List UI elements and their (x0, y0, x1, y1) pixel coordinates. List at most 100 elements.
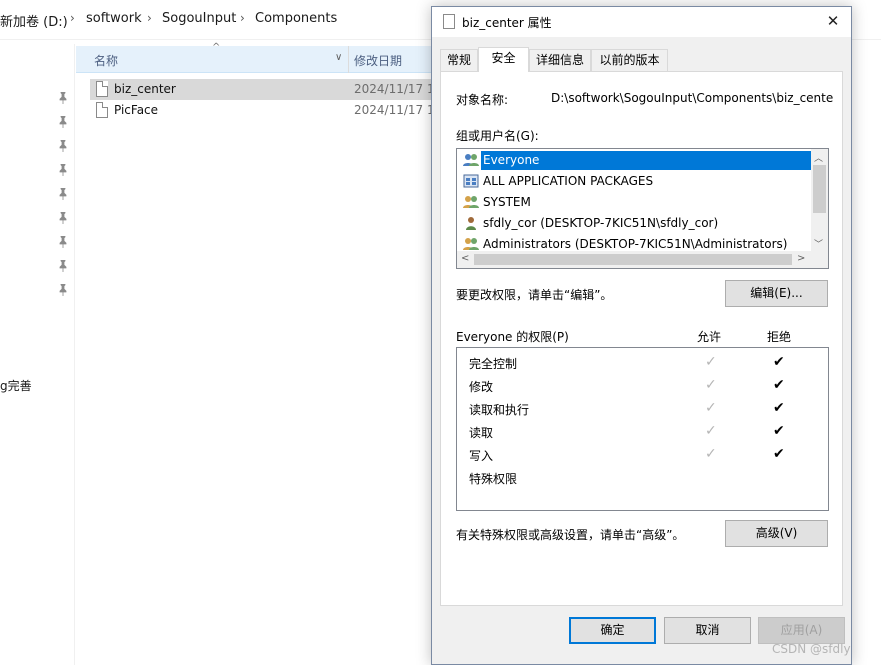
permissions-label: Everyone 的权限(P) (456, 330, 569, 344)
ok-button[interactable]: 确定 (569, 617, 656, 644)
chevron-right-icon[interactable]: > (797, 253, 805, 264)
tab-security[interactable]: 安全 (478, 47, 529, 72)
breadcrumb-item-components[interactable]: Components (255, 11, 337, 26)
user-name: Everyone (481, 151, 812, 170)
tab-general[interactable]: 常规 (440, 49, 478, 71)
pin-icon[interactable] (58, 284, 68, 296)
user-item-everyone[interactable]: Everyone (461, 150, 812, 170)
user-item-system[interactable]: SYSTEM (461, 192, 809, 212)
column-divider[interactable] (348, 46, 349, 73)
file-name: biz_center (114, 82, 176, 96)
file-date: 2024/11/17 1 (354, 82, 435, 96)
user-list[interactable]: Everyone ALL APPLICATION PACKAGES SYSTEM… (456, 148, 829, 269)
dialog-button-bar: 确定 取消 应用(A) (432, 607, 851, 664)
horizontal-scrollbar[interactable]: < > (457, 251, 828, 268)
permission-name: 读取和执行 (469, 403, 530, 417)
scroll-thumb[interactable] (813, 165, 826, 213)
navigation-pane (0, 44, 75, 665)
object-name-value: D:\softwork\SogouInput\Components\biz_ce… (551, 91, 834, 105)
pin-icon[interactable] (58, 260, 68, 272)
chevron-right-icon: › (147, 11, 152, 25)
check-icon: ✓ (705, 354, 717, 370)
advanced-button[interactable]: 高级(V) (725, 520, 828, 547)
user-name: sfdly_cor (DESKTOP-7KIC51N\sfdly_cor) (483, 216, 719, 230)
group-or-user-label: 组或用户名(G): (456, 129, 539, 143)
vertical-scrollbar[interactable]: ︿ ﹀ (811, 149, 828, 252)
permission-row: 写入 ✓ ✔ (469, 445, 819, 465)
file-row-biz-center[interactable]: biz_center 2024/11/17 1 (90, 79, 435, 100)
user-name: SYSTEM (483, 195, 531, 209)
check-icon: ✔ (773, 377, 785, 393)
group-icon (463, 196, 479, 208)
check-icon: ✔ (773, 354, 785, 370)
tab-details[interactable]: 详细信息 (529, 49, 591, 71)
allow-column-label: 允许 (697, 330, 722, 344)
sort-ascending-icon: ^ (212, 42, 221, 53)
watermark: CSDN @sfdly (772, 642, 851, 656)
object-name-label: 对象名称: (456, 93, 509, 107)
permission-name: 修改 (469, 380, 494, 394)
permissions-list: 完全控制 ✓ ✔ 修改 ✓ ✔ 读取和执行 ✓ ✔ 读取 ✓ ✔ 写入 ✓ ✔ … (456, 347, 829, 511)
tab-bar: 常规 安全 详细信息 以前的版本 (440, 47, 840, 72)
permission-row: 修改 ✓ ✔ (469, 376, 819, 396)
pin-icon[interactable] (58, 116, 68, 128)
scroll-thumb[interactable] (474, 254, 792, 265)
user-icon (466, 217, 476, 230)
tab-previous-versions[interactable]: 以前的版本 (591, 49, 668, 71)
edit-button[interactable]: 编辑(E)... (725, 280, 828, 307)
pin-icon[interactable] (58, 236, 68, 248)
file-icon (96, 102, 108, 118)
group-icon (463, 154, 479, 166)
check-icon: ✔ (773, 400, 785, 416)
cancel-button[interactable]: 取消 (664, 617, 751, 644)
column-header-date[interactable]: 修改日期 (354, 52, 402, 69)
group-icon (463, 238, 479, 250)
check-icon: ✔ (773, 423, 785, 439)
packages-icon (463, 174, 479, 188)
close-button[interactable]: ✕ (815, 7, 851, 37)
close-icon: ✕ (826, 12, 840, 30)
file-icon (443, 14, 455, 29)
permission-name: 读取 (469, 426, 494, 440)
properties-dialog: biz_center 属性 ✕ 常规 安全 详细信息 以前的版本 对象名称: D… (431, 6, 852, 665)
check-icon: ✔ (773, 446, 785, 462)
permission-name: 写入 (469, 449, 494, 463)
pin-icon[interactable] (58, 164, 68, 176)
dialog-title: biz_center 属性 (462, 16, 552, 30)
chevron-down-icon[interactable]: ﹀ (814, 237, 823, 250)
chevron-left-icon[interactable]: < (461, 253, 469, 264)
check-icon: ✓ (705, 400, 717, 416)
check-icon: ✓ (705, 446, 717, 462)
pin-icon[interactable] (58, 140, 68, 152)
file-row-picface[interactable]: PicFace 2024/11/17 1 (90, 100, 435, 121)
pin-icon[interactable] (58, 188, 68, 200)
chevron-up-icon[interactable]: ︿ (814, 151, 823, 164)
chevron-right-icon: › (240, 11, 245, 25)
pin-icon[interactable] (58, 92, 68, 104)
column-header-name[interactable]: 名称 (94, 52, 118, 69)
permission-row: 读取和执行 ✓ ✔ (469, 399, 819, 419)
user-item-all-application-packages[interactable]: ALL APPLICATION PACKAGES (461, 171, 809, 191)
permission-name: 完全控制 (469, 357, 518, 371)
deny-column-label: 拒绝 (767, 330, 792, 344)
change-permission-hint: 要更改权限，请单击“编辑”。 (456, 288, 613, 302)
breadcrumb-item-drive[interactable]: 新加卷 (D:) (0, 11, 68, 30)
breadcrumb-item-sogouinput[interactable]: SogouInput (162, 11, 236, 26)
pin-icon[interactable] (58, 212, 68, 224)
permission-row: 特殊权限 (469, 468, 819, 488)
security-tab-panel: 对象名称: D:\softwork\SogouInput\Components\… (440, 71, 843, 606)
advanced-hint: 有关特殊权限或高级设置，请单击“高级”。 (456, 528, 685, 542)
file-date: 2024/11/17 1 (354, 103, 435, 117)
check-icon: ✓ (705, 377, 717, 393)
chevron-down-icon[interactable]: ∨ (335, 52, 342, 63)
apply-button[interactable]: 应用(A) (758, 617, 845, 644)
permission-row: 读取 ✓ ✔ (469, 422, 819, 442)
user-name: ALL APPLICATION PACKAGES (483, 174, 654, 188)
user-item-sfdly-cor[interactable]: sfdly_cor (DESKTOP-7KIC51N\sfdly_cor) (461, 213, 809, 233)
nav-item-label[interactable]: g完善 (0, 377, 32, 394)
file-name: PicFace (114, 103, 159, 117)
column-header: 名称 ^ ∨ 修改日期 (76, 42, 431, 73)
breadcrumb-item-softwork[interactable]: softwork (86, 11, 142, 26)
permission-name: 特殊权限 (469, 472, 518, 486)
dialog-titlebar[interactable]: biz_center 属性 ✕ (432, 7, 851, 37)
